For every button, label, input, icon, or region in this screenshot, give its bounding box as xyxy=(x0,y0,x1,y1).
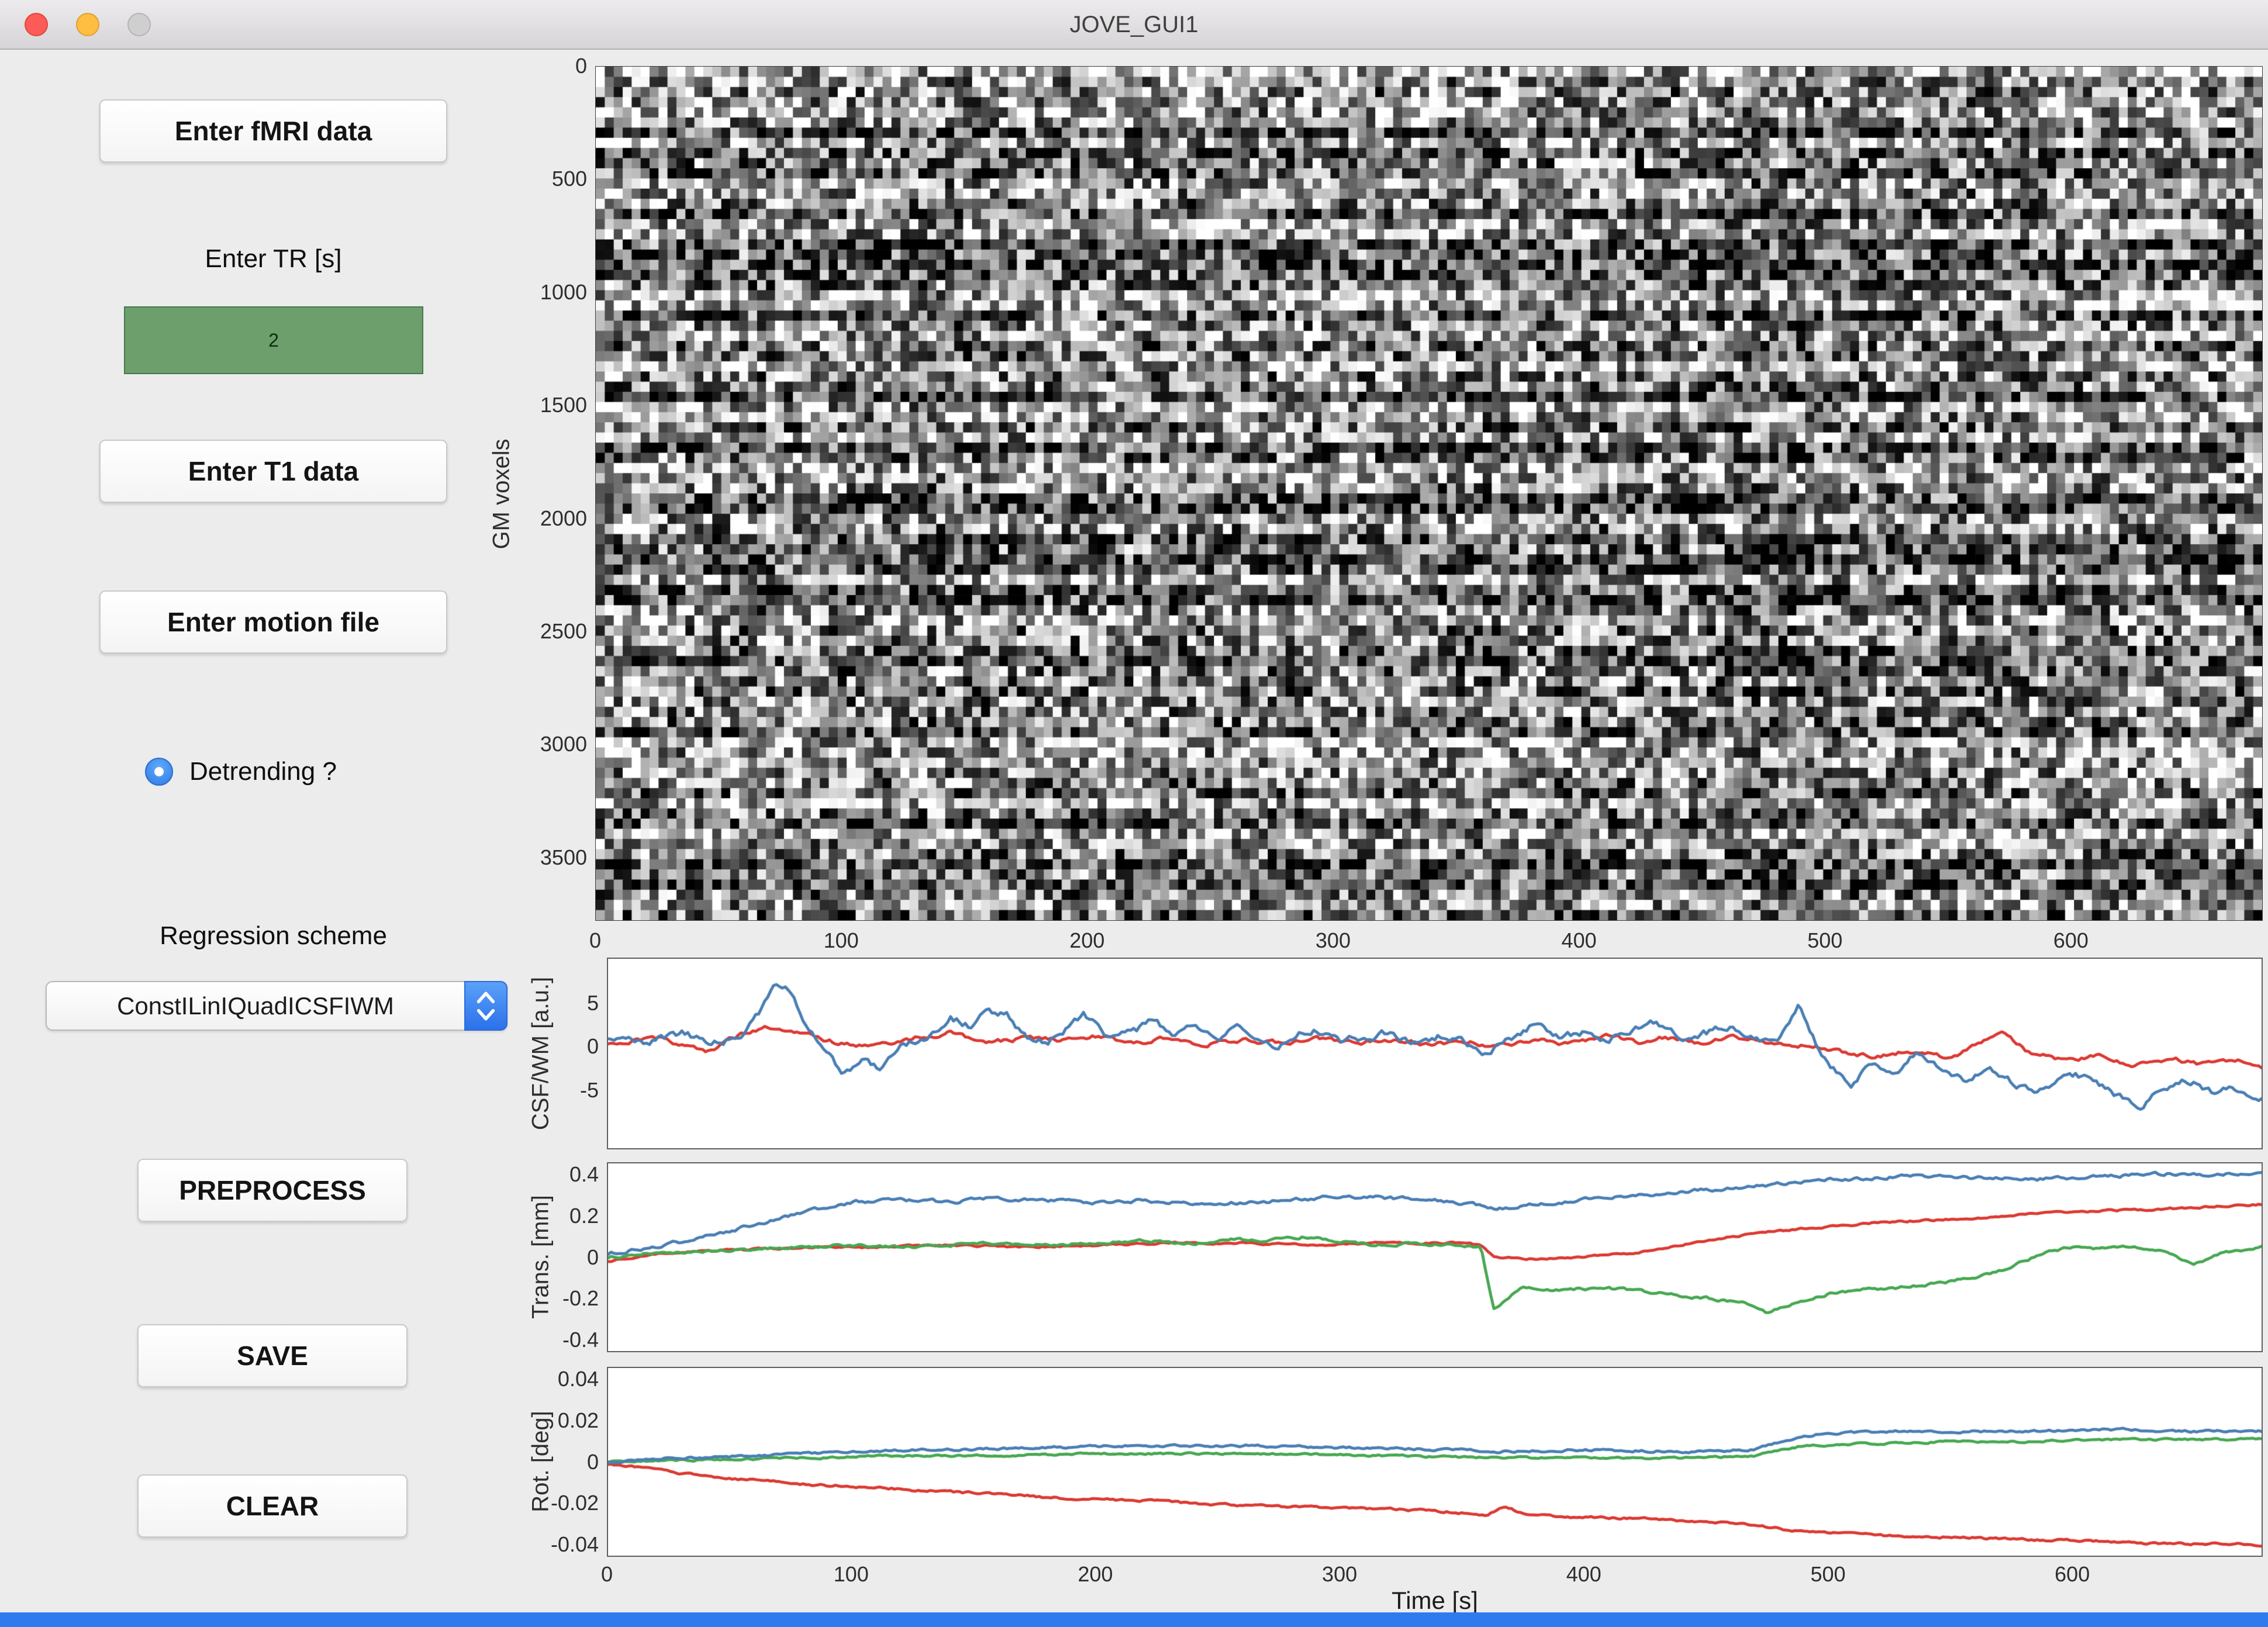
tick-label: 0 xyxy=(587,1034,599,1059)
tick-label: -0.4 xyxy=(562,1328,599,1352)
tick-label: 0.4 xyxy=(569,1162,599,1187)
tick-label: 0.02 xyxy=(558,1408,599,1433)
regression-dropdown-value: ConstILinIQuadICSFIWM xyxy=(47,992,464,1020)
tick-label: 3500 xyxy=(540,845,587,870)
bottom-bar xyxy=(0,1612,2268,1627)
translation-plot xyxy=(607,1162,2263,1352)
tick-label: 0 xyxy=(587,1245,599,1270)
tick-label: 0 xyxy=(587,1450,599,1474)
csfwm-canvas xyxy=(608,959,2262,1148)
tick-label: 0.04 xyxy=(558,1367,599,1391)
tr-label: Enter TR [s] xyxy=(99,244,447,274)
detrending-radio[interactable]: Detrending ? xyxy=(145,753,337,790)
preprocess-button[interactable]: PREPROCESS xyxy=(137,1159,408,1222)
tick-label: 0 xyxy=(601,1562,613,1587)
tick-label: 400 xyxy=(1566,1562,1601,1587)
clear-button[interactable]: CLEAR xyxy=(137,1474,408,1538)
tick-label: 100 xyxy=(824,928,859,953)
tick-label: -0.02 xyxy=(551,1491,599,1515)
tick-label: 500 xyxy=(1807,928,1842,953)
tick-label: 1000 xyxy=(540,280,587,305)
tick-label: 5 xyxy=(587,991,599,1015)
tr-input[interactable]: 2 xyxy=(124,306,423,374)
tick-label: 200 xyxy=(1069,928,1104,953)
tick-label: 2500 xyxy=(540,619,587,644)
csfwm-ylabel: CSF/WM [a.u.] xyxy=(528,977,554,1130)
tick-label: 3000 xyxy=(540,732,587,756)
enter-t1-button[interactable]: Enter T1 data xyxy=(99,440,447,503)
tick-label: 500 xyxy=(552,167,587,191)
tick-label: 600 xyxy=(2053,928,2089,953)
rot-ylabel: Rot. [deg] xyxy=(528,1411,554,1512)
dropdown-stepper-icon xyxy=(464,981,508,1031)
csfwm-plot xyxy=(607,958,2263,1149)
tick-label: -5 xyxy=(580,1078,599,1103)
tick-label: 400 xyxy=(1562,928,1597,953)
tick-label: -0.04 xyxy=(551,1532,599,1557)
tick-label: 0.2 xyxy=(569,1204,599,1228)
translation-canvas xyxy=(608,1163,2262,1351)
app-window: JOVE_GUI1 Enter fMRI data Enter TR [s] 2… xyxy=(0,0,2268,1627)
radio-selected-icon xyxy=(145,758,173,786)
tick-label: 100 xyxy=(834,1562,869,1587)
tick-label: 300 xyxy=(1322,1562,1357,1587)
regression-dropdown[interactable]: ConstILinIQuadICSFIWM xyxy=(46,981,508,1031)
enter-fmri-button[interactable]: Enter fMRI data xyxy=(99,99,447,163)
tick-label: 1500 xyxy=(540,393,587,417)
carpet-ylabel: GM voxels xyxy=(489,439,515,550)
tick-label: 300 xyxy=(1316,928,1351,953)
trans-ylabel: Trans. [mm] xyxy=(528,1195,554,1319)
titlebar: JOVE_GUI1 xyxy=(0,0,2268,50)
time-xlabel: Time [s] xyxy=(1392,1587,1478,1615)
tr-value: 2 xyxy=(268,330,279,351)
rotation-canvas xyxy=(608,1368,2262,1556)
enter-motion-button[interactable]: Enter motion file xyxy=(99,590,447,654)
tick-label: 0 xyxy=(589,928,601,953)
carpet-canvas xyxy=(596,67,2262,920)
tick-label: 2000 xyxy=(540,506,587,531)
tick-label: 0 xyxy=(575,54,587,78)
tick-label: 500 xyxy=(1810,1562,1845,1587)
save-button[interactable]: SAVE xyxy=(137,1324,408,1387)
detrending-label: Detrending ? xyxy=(189,757,337,786)
carpet-plot xyxy=(595,66,2263,921)
regression-scheme-label: Regression scheme xyxy=(70,921,477,951)
window-title: JOVE_GUI1 xyxy=(0,0,2268,50)
tick-label: 600 xyxy=(2055,1562,2090,1587)
tick-label: -0.2 xyxy=(562,1286,599,1311)
rotation-plot xyxy=(607,1367,2263,1557)
tick-label: 200 xyxy=(1078,1562,1113,1587)
